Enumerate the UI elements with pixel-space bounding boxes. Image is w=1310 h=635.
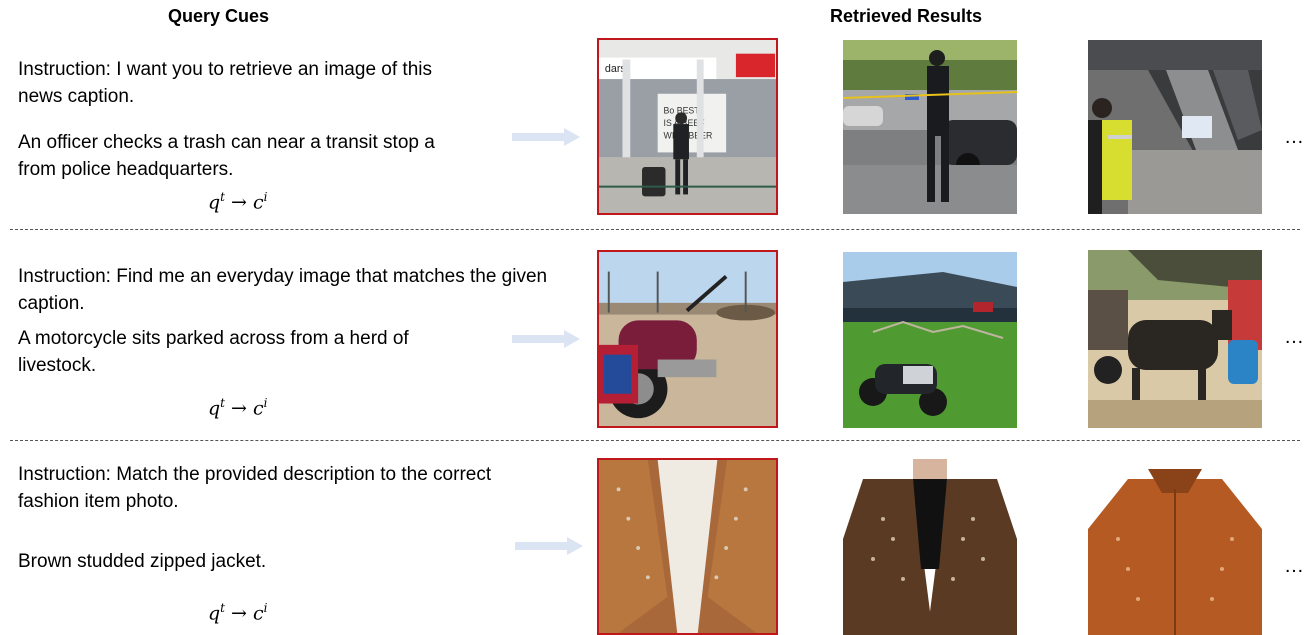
retrieved-image-3 [1088, 40, 1262, 214]
caption-text: A motorcycle sits parked across from a h… [18, 328, 409, 376]
caption-text: Brown studded zipped jacket. [18, 551, 267, 572]
retrieved-image-2 [843, 252, 1017, 428]
retrieved-image-selected: dars Bo BEST IS A BEEF WITH BEER [597, 38, 778, 215]
right-arrow-icon [515, 537, 583, 555]
query-row-everyday: Instruction: Find me an everyday image t… [0, 230, 1310, 430]
row-divider [10, 440, 1300, 441]
caption-text: An officer checks a trash can near a tra… [18, 132, 435, 180]
instruction-text: Instruction: Match the provided descript… [18, 464, 492, 512]
query-row-news: Instruction: I want you to retrieve an i… [0, 0, 1310, 216]
more-results-ellipsis: … [1284, 126, 1304, 148]
retrieved-image-2 [843, 459, 1017, 635]
retrieved-image-selected [597, 250, 778, 428]
formula: qt → ci [208, 396, 268, 420]
instruction-text: Instruction: Find me an everyday image t… [18, 266, 548, 314]
retrieved-image-3 [1088, 459, 1262, 635]
right-arrow-icon [512, 128, 580, 146]
formula: qt → ci [208, 190, 268, 214]
retrieved-image-3 [1088, 250, 1262, 428]
more-results-ellipsis: … [1284, 555, 1304, 577]
right-arrow-icon [512, 330, 580, 348]
retrieved-image-selected [597, 458, 778, 635]
retrieved-image-2 [843, 40, 1017, 214]
more-results-ellipsis: … [1284, 326, 1304, 348]
formula: qt → ci [208, 601, 268, 625]
query-row-fashion: Instruction: Match the provided descript… [0, 445, 1310, 635]
instruction-text: Instruction: I want you to retrieve an i… [18, 59, 432, 107]
